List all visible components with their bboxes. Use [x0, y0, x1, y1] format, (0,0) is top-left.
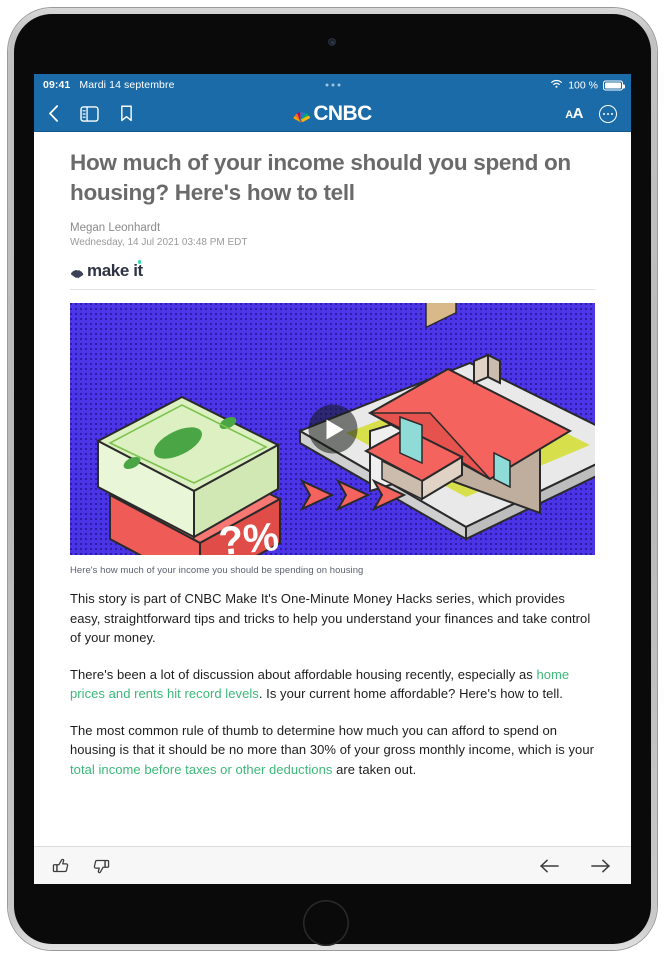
paragraph-text: are taken out.: [332, 761, 417, 777]
play-button-icon[interactable]: [308, 404, 357, 454]
text-size-small-a: A: [565, 109, 573, 121]
makeit-accent-dot: [137, 260, 142, 264]
status-bar: 09:41 Mardi 14 septembre 100 %: [34, 74, 631, 96]
site-brand: CNBC: [293, 101, 372, 126]
battery-full-icon: [603, 80, 626, 90]
text-size-icon[interactable]: AA: [565, 105, 583, 122]
toolbar-left-group: [34, 105, 133, 122]
brand-name: CNBC: [313, 101, 372, 125]
thumbs-down-icon[interactable]: [92, 857, 110, 875]
status-bar-left: 09:41 Mardi 14 septembre: [34, 79, 175, 91]
browser-toolbar: CNBC AA: [34, 96, 631, 132]
bottom-toolbar: [34, 846, 631, 884]
status-bar-right: 100 %: [550, 79, 626, 92]
bookmark-icon[interactable]: [120, 105, 133, 122]
section-logo-label: make it: [87, 260, 143, 280]
play-triangle: [326, 419, 343, 439]
question-percent-label: ?%: [217, 515, 281, 555]
article-content: How much of your income should you spend…: [34, 132, 631, 846]
hero-caption: Here's how much of your income you shoul…: [70, 565, 364, 576]
arrow-right-icon[interactable]: [590, 858, 611, 874]
wifi-icon: [550, 79, 563, 92]
article-paragraph-3: The most common rule of thumb to determi…: [70, 721, 595, 780]
thumbs-up-icon[interactable]: [52, 857, 70, 875]
tablet-device: 09:41 Mardi 14 septembre 100 % CNBC A A …: [0, 0, 665, 958]
status-time: 09:41: [43, 79, 71, 91]
article-paragraph-2: There's been a lot of discussion about a…: [70, 665, 595, 704]
page-title: How much of your income should you spend…: [70, 150, 571, 205]
device-screen: 09:41 Mardi 14 septembre 100 % CNBC A A …: [34, 74, 631, 884]
chevron-left-icon[interactable]: [48, 105, 59, 122]
nbc-peacock-icon: [293, 105, 311, 123]
front-camera-icon: [328, 38, 336, 46]
section-logo[interactable]: make it: [69, 260, 595, 290]
battery-percent-label: 100 %: [568, 79, 598, 91]
article-author: Megan Leonhardt: [70, 222, 161, 234]
arrow-left-icon[interactable]: [539, 858, 560, 874]
article-paragraph-1: This story is part of CNBC Make It's One…: [70, 589, 595, 648]
bottom-right-group: [539, 858, 611, 874]
paragraph-text: . Is your current home affordable? Here'…: [258, 686, 563, 701]
text-size-large-a: A: [572, 105, 584, 122]
paragraph-text: This story is part of CNBC Make It's One…: [70, 591, 591, 645]
home-button[interactable]: [303, 900, 349, 946]
status-date: Mardi 14 septembre: [79, 79, 175, 91]
inline-link-total-income[interactable]: total income before taxes or other deduc…: [70, 762, 332, 777]
bottom-left-group: [34, 857, 110, 875]
nbc-peacock-small-icon: [69, 266, 84, 278]
sidebar-toggle-icon[interactable]: [80, 105, 99, 122]
toolbar-right-group: AA: [565, 104, 617, 123]
article-pubdate: Wednesday, 14 Jul 2021 03:48 PM EDT: [70, 237, 248, 248]
paragraph-text: The most common rule of thumb to determi…: [70, 722, 594, 758]
paragraph-text: There's been a lot of discussion about a…: [70, 666, 537, 682]
multitask-dots-indicator[interactable]: [325, 83, 340, 87]
article-hero-video[interactable]: ?%: [70, 303, 595, 555]
more-circle-icon[interactable]: [599, 104, 617, 123]
